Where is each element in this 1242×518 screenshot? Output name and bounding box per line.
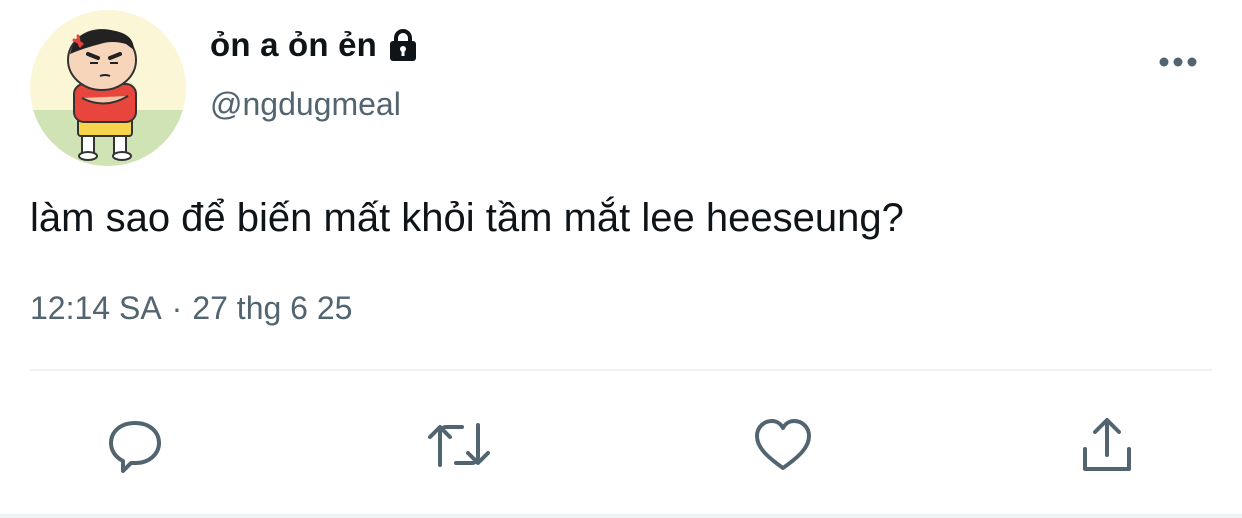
share-icon bbox=[1083, 418, 1131, 471]
like-button[interactable] bbox=[748, 410, 818, 480]
more-options-button[interactable] bbox=[1156, 44, 1200, 80]
tweet-time: 12:14 SA bbox=[30, 290, 162, 326]
cartoon-boy-avatar-icon bbox=[30, 10, 186, 166]
avatar[interactable] bbox=[30, 10, 186, 166]
tweet-text: làm sao để biến mất khỏi tầm mắt lee hee… bbox=[30, 196, 904, 240]
tweet-timestamp[interactable]: 12:14 SA · 27 thg 6 25 bbox=[30, 290, 352, 327]
retweet-button[interactable] bbox=[424, 410, 494, 480]
tweet-actions bbox=[0, 410, 1242, 480]
display-name[interactable]: ỏn a ỏn ẻn bbox=[210, 26, 377, 64]
heart-icon bbox=[755, 419, 811, 470]
share-button[interactable] bbox=[1072, 410, 1142, 480]
lock-icon bbox=[387, 28, 419, 62]
reply-button[interactable] bbox=[100, 410, 170, 480]
tweet-date: 27 thg 6 25 bbox=[192, 290, 353, 326]
tweet-card: ỏn a ỏn ẻn @ngdugmeal làm sao để biến mấ… bbox=[0, 0, 1242, 518]
author-name-row: ỏn a ỏn ẻn bbox=[210, 22, 419, 68]
retweet-icon bbox=[428, 423, 490, 467]
reply-icon bbox=[109, 421, 161, 473]
bottom-divider bbox=[0, 514, 1242, 518]
timestamp-separator: · bbox=[171, 290, 183, 326]
author-handle[interactable]: @ngdugmeal bbox=[210, 86, 401, 123]
divider bbox=[30, 369, 1212, 371]
more-dots-icon bbox=[1159, 57, 1197, 67]
